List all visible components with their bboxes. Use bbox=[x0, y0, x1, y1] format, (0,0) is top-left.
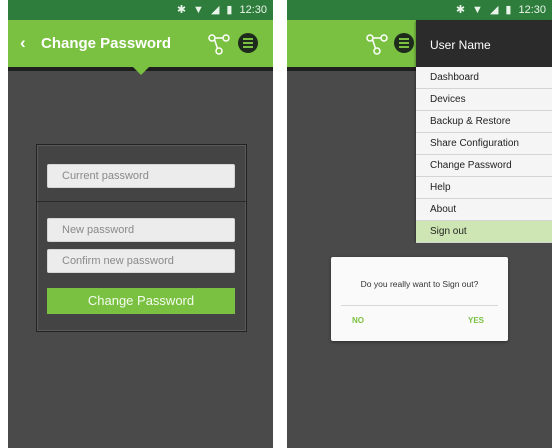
drawer-item-sign-out[interactable]: Sign out bbox=[416, 221, 552, 243]
change-password-screen: ✱ ▼ ◢ ▮ 12:30 ‹ Change Password Current … bbox=[8, 0, 273, 448]
appbar-notch bbox=[132, 66, 150, 75]
dialog-divider bbox=[341, 305, 498, 306]
status-time: 12:30 bbox=[239, 4, 267, 16]
sign-out-dialog: Do you really want to Sign out? NO YES bbox=[331, 257, 508, 341]
wifi-icon: ▼ bbox=[193, 4, 204, 16]
drawer-item-devices[interactable]: Devices bbox=[416, 89, 552, 111]
status-bar: ✱ ▼ ◢ ▮ 12:30 bbox=[287, 0, 552, 20]
change-password-button[interactable]: Change Password bbox=[47, 288, 235, 314]
sign-out-screen: ✱ ▼ ◢ ▮ 12:30 User Name Dashboard Device… bbox=[287, 0, 552, 448]
page-title: Change Password bbox=[41, 35, 172, 52]
no-button[interactable]: NO bbox=[352, 316, 364, 325]
wifi-icon: ▼ bbox=[472, 4, 483, 16]
back-icon[interactable]: ‹ bbox=[20, 33, 26, 53]
user-name: User Name bbox=[430, 38, 491, 52]
drawer-item-backup-restore[interactable]: Backup & Restore bbox=[416, 111, 552, 133]
signal-icon: ◢ bbox=[210, 4, 220, 16]
drawer-item-change-password[interactable]: Change Password bbox=[416, 155, 552, 177]
drawer-item-about[interactable]: About bbox=[416, 199, 552, 221]
share-icon[interactable] bbox=[207, 32, 231, 56]
drawer-item-dashboard[interactable]: Dashboard bbox=[416, 67, 552, 89]
drawer-item-share-configuration[interactable]: Share Configuration bbox=[416, 133, 552, 155]
current-password-field[interactable]: Current password bbox=[47, 164, 235, 188]
drawer-menu: Dashboard Devices Backup & Restore Share… bbox=[416, 67, 552, 243]
menu-icon[interactable] bbox=[238, 33, 258, 53]
new-password-field[interactable]: New password bbox=[47, 218, 235, 242]
drawer-header: User Name bbox=[416, 20, 552, 67]
form-divider bbox=[37, 201, 246, 202]
status-time: 12:30 bbox=[518, 4, 546, 16]
drawer-item-help[interactable]: Help bbox=[416, 177, 552, 199]
yes-button[interactable]: YES bbox=[468, 316, 484, 325]
menu-icon[interactable] bbox=[394, 33, 414, 53]
navigation-drawer: User Name Dashboard Devices Backup & Res… bbox=[416, 20, 552, 243]
dialog-message: Do you really want to Sign out? bbox=[360, 279, 479, 289]
signal-icon: ◢ bbox=[489, 4, 499, 16]
app-bar: ‹ Change Password bbox=[8, 20, 273, 71]
battery-icon: ▮ bbox=[226, 4, 233, 16]
battery-icon: ▮ bbox=[505, 4, 512, 16]
change-password-form: Current password New password Confirm ne… bbox=[36, 144, 247, 332]
bluetooth-icon: ✱ bbox=[455, 4, 466, 16]
bluetooth-icon: ✱ bbox=[176, 4, 187, 16]
share-icon[interactable] bbox=[365, 32, 389, 56]
status-bar: ✱ ▼ ◢ ▮ 12:30 bbox=[8, 0, 273, 20]
confirm-password-field[interactable]: Confirm new password bbox=[47, 249, 235, 273]
